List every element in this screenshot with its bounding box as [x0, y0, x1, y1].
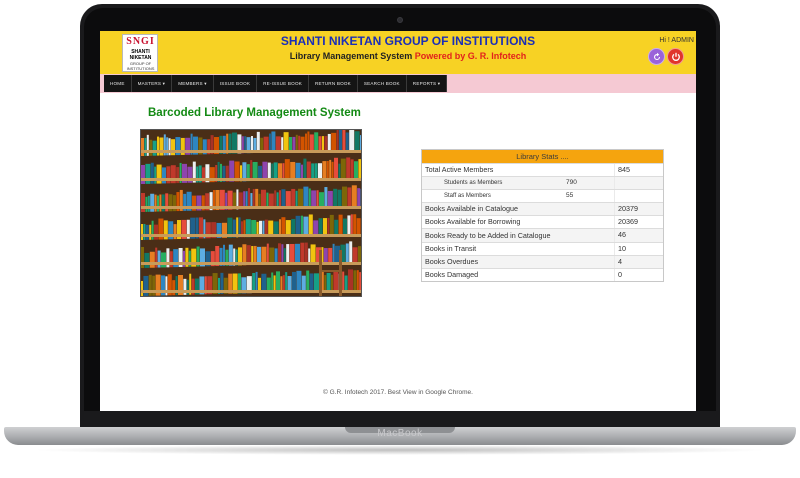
nav-home[interactable]: HOME: [104, 75, 132, 92]
stats-empty: [614, 190, 663, 202]
stats-title: Library Stats ....: [422, 150, 663, 163]
stats-row-borrowing: Books Available for Borrowing 20369: [422, 215, 663, 228]
stats-row-damaged: Books Damaged 0: [422, 268, 663, 281]
stats-label: Total Active Members: [425, 165, 494, 174]
bookshelf-illustration: [141, 130, 361, 296]
refresh-button[interactable]: [648, 48, 665, 65]
stats-label: Books in Transit: [425, 244, 477, 253]
stats-value: 0: [614, 269, 663, 281]
subtitle-main: Library Management System: [289, 51, 413, 61]
app-header: SNGI SHANTI NIKETAN GROUP OF INSTITUTION…: [100, 31, 696, 74]
stats-row-ready: Books Ready to be Added in Catalogue 46: [422, 228, 663, 242]
logout-button[interactable]: [667, 48, 684, 65]
bookshelf-image: [140, 129, 362, 297]
stats-row-staff: Staff as Members 55: [422, 189, 663, 202]
nav-masters[interactable]: MASTERS ▾: [132, 75, 173, 92]
institution-logo[interactable]: SNGI SHANTI NIKETAN GROUP OF INSTITUTION…: [122, 34, 158, 72]
stats-label: Students as Members: [444, 180, 503, 186]
stats-value: 10: [614, 243, 663, 255]
stats-row-transit: Books in Transit 10: [422, 242, 663, 255]
nav-return-book[interactable]: RETURN BOOK: [309, 75, 358, 92]
stats-value: 845: [614, 164, 663, 176]
stats-value: 46: [614, 229, 663, 242]
stats-label: Books Available for Borrowing: [425, 217, 521, 226]
stats-label: Books Available in Catalogue: [425, 204, 518, 213]
nav-members[interactable]: MEMBERS ▾: [172, 75, 214, 92]
stats-row-catalogue: Books Available in Catalogue 20379: [422, 202, 663, 215]
library-stats-table: Library Stats .... Total Active Members …: [421, 149, 664, 282]
stats-row-students: Students as Members 790: [422, 176, 663, 189]
nav-reports[interactable]: REPORTS ▾: [407, 75, 448, 92]
app-title: SHANTI NIKETAN GROUP OF INSTITUTIONS: [280, 34, 536, 48]
laptop-chin: [80, 411, 720, 428]
camera-icon: [397, 17, 403, 23]
laptop-shadow: [30, 445, 770, 455]
app-subtitle: Library Management System Powered by G. …: [250, 51, 566, 61]
stats-row-total-members: Total Active Members 845: [422, 163, 663, 176]
laptop-mockup: MacBook SNGI SHANTI NIKETAN GROUP OF INS…: [0, 0, 800, 478]
stats-label: Books Ready to be Added in Catalogue: [425, 231, 551, 240]
app-screen: SNGI SHANTI NIKETAN GROUP OF INSTITUTION…: [100, 31, 696, 411]
user-greeting: Hi ! ADMIN: [659, 37, 694, 44]
logo-letters: SNGI: [126, 36, 155, 47]
logo-caption: GROUP OF INSTITUTIONS: [126, 61, 155, 71]
stats-value: 20369: [614, 216, 663, 228]
stats-empty: [614, 177, 663, 189]
stats-label: Books Overdues: [425, 257, 479, 266]
stats-value: 4: [614, 256, 663, 268]
page-title: Barcoded Library Management System: [148, 107, 361, 119]
nav-reissue-book[interactable]: RE-ISSUE BOOK: [257, 75, 309, 92]
nav-issue-book[interactable]: ISSUE BOOK: [214, 75, 258, 92]
footer-text: © G.R. Infotech 2017. Best View in Googl…: [323, 389, 473, 396]
stats-label: Books Damaged: [425, 270, 479, 279]
laptop-brand: MacBook: [377, 428, 423, 439]
stats-label: Staff as Members: [444, 193, 491, 199]
stats-value: 20379: [614, 203, 663, 215]
nav-search-book[interactable]: SEARCH BOOK: [358, 75, 407, 92]
stats-value: 55: [566, 192, 574, 199]
subtitle-powered: Powered by G. R. Infotech: [414, 51, 527, 61]
stats-row-overdue: Books Overdues 4: [422, 255, 663, 268]
stats-value: 790: [566, 179, 577, 186]
logo-name: SHANTI NIKETAN: [129, 49, 152, 61]
power-icon: [671, 52, 680, 61]
refresh-icon: [653, 52, 660, 60]
main-nav: HOME MASTERS ▾ MEMBERS ▾ ISSUE BOOK RE-I…: [104, 75, 448, 92]
